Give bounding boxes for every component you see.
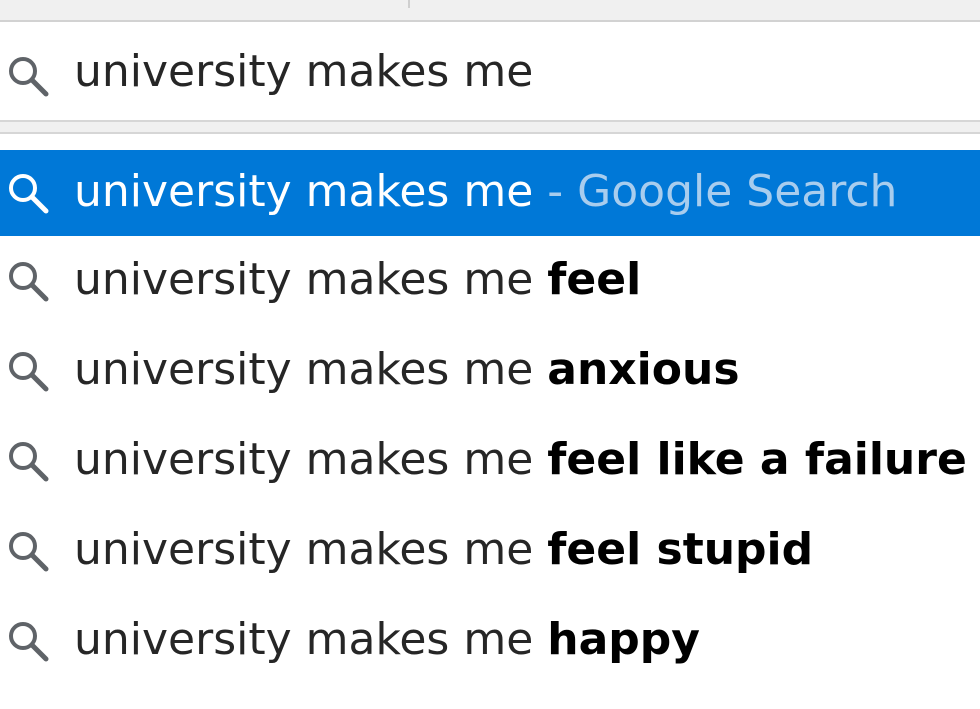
suggestion-google-search[interactable]: university makes me - Google Search (0, 150, 980, 236)
search-icon (4, 437, 52, 485)
suggestion-prefix: university makes me (74, 344, 534, 395)
suggestion-completion: feel stupid (547, 524, 814, 575)
toolbar-strip (0, 0, 980, 22)
search-input[interactable] (74, 44, 954, 100)
suggestion-list: university makes me - Google Search univ… (0, 150, 980, 686)
suggestion-prefix: university makes me (74, 434, 534, 485)
toolbar-separator (408, 0, 410, 8)
suggestion-text: university makes me feel stupid (74, 520, 813, 580)
search-icon (4, 617, 52, 665)
suggestion-completion: feel (547, 254, 642, 305)
suggestion-text: university makes me feel like a failure (74, 430, 967, 490)
suggestion-item[interactable]: university makes me feel stupid (0, 506, 980, 596)
suggestion-text: university makes me - Google Search (74, 162, 897, 222)
suggestion-completion: happy (547, 614, 700, 665)
suggestion-item[interactable]: university makes me feel (0, 236, 980, 326)
suggestion-completion: feel like a failure (547, 434, 967, 485)
suggestion-text: university makes me feel (74, 250, 641, 310)
search-icon (4, 347, 52, 395)
suggestion-item[interactable]: university makes me feel like a failure (0, 416, 980, 506)
suggestion-text: university makes me happy (74, 610, 700, 670)
suggestion-hint: - Google Search (533, 166, 898, 217)
suggestion-item[interactable]: university makes me anxious (0, 326, 980, 416)
dropdown-divider (0, 120, 980, 134)
suggestion-prefix: university makes me (74, 524, 534, 575)
browser-frame: university makes me - Google Search univ… (0, 0, 980, 709)
suggestion-item[interactable]: university makes me happy (0, 596, 980, 686)
suggestion-query: university makes me (74, 166, 534, 217)
search-icon (4, 257, 52, 305)
search-icon (4, 527, 52, 575)
address-bar[interactable] (0, 22, 980, 120)
suggestion-text: university makes me anxious (74, 340, 740, 400)
suggestion-prefix: university makes me (74, 254, 534, 305)
search-icon (4, 52, 52, 100)
suggestion-prefix: university makes me (74, 614, 534, 665)
search-icon (4, 169, 52, 217)
suggestion-completion: anxious (547, 344, 740, 395)
